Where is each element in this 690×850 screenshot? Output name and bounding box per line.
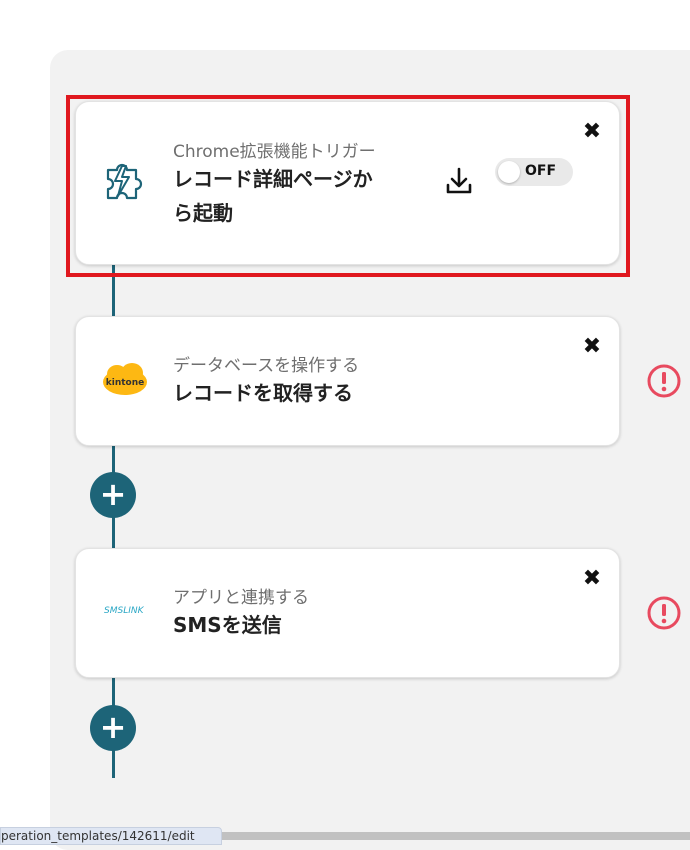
close-icon[interactable]: ✖: [582, 568, 602, 590]
step-subtitle: データベースを操作する: [173, 356, 360, 376]
status-bar-url: peration_templates/142611/edit: [0, 827, 222, 845]
step-card-smslink[interactable]: SMSLINK アプリと連携する SMSを送信 ✖: [75, 548, 620, 678]
step-subtitle: アプリと連携する: [173, 588, 309, 608]
warning-icon[interactable]: [647, 364, 681, 398]
close-icon[interactable]: ✖: [582, 336, 602, 358]
step-card-kintone[interactable]: kintone データベースを操作する レコードを取得する ✖: [75, 316, 620, 446]
horizontal-scrollbar[interactable]: [222, 832, 690, 840]
plus-icon: +: [99, 708, 127, 746]
step-title: SMSを送信: [173, 613, 282, 637]
plus-icon: +: [99, 475, 127, 513]
smslink-logo-text: SMSLINK: [104, 606, 145, 616]
kintone-logo: kintone: [103, 363, 147, 395]
selection-highlight: [66, 95, 630, 277]
add-step-button[interactable]: +: [90, 705, 136, 751]
step-title: レコードを取得する: [173, 381, 353, 405]
warning-icon[interactable]: [647, 596, 681, 630]
kintone-logo-text: kintone: [106, 378, 144, 388]
add-step-button[interactable]: +: [90, 472, 136, 518]
smslink-logo: SMSLINK: [104, 606, 145, 616]
